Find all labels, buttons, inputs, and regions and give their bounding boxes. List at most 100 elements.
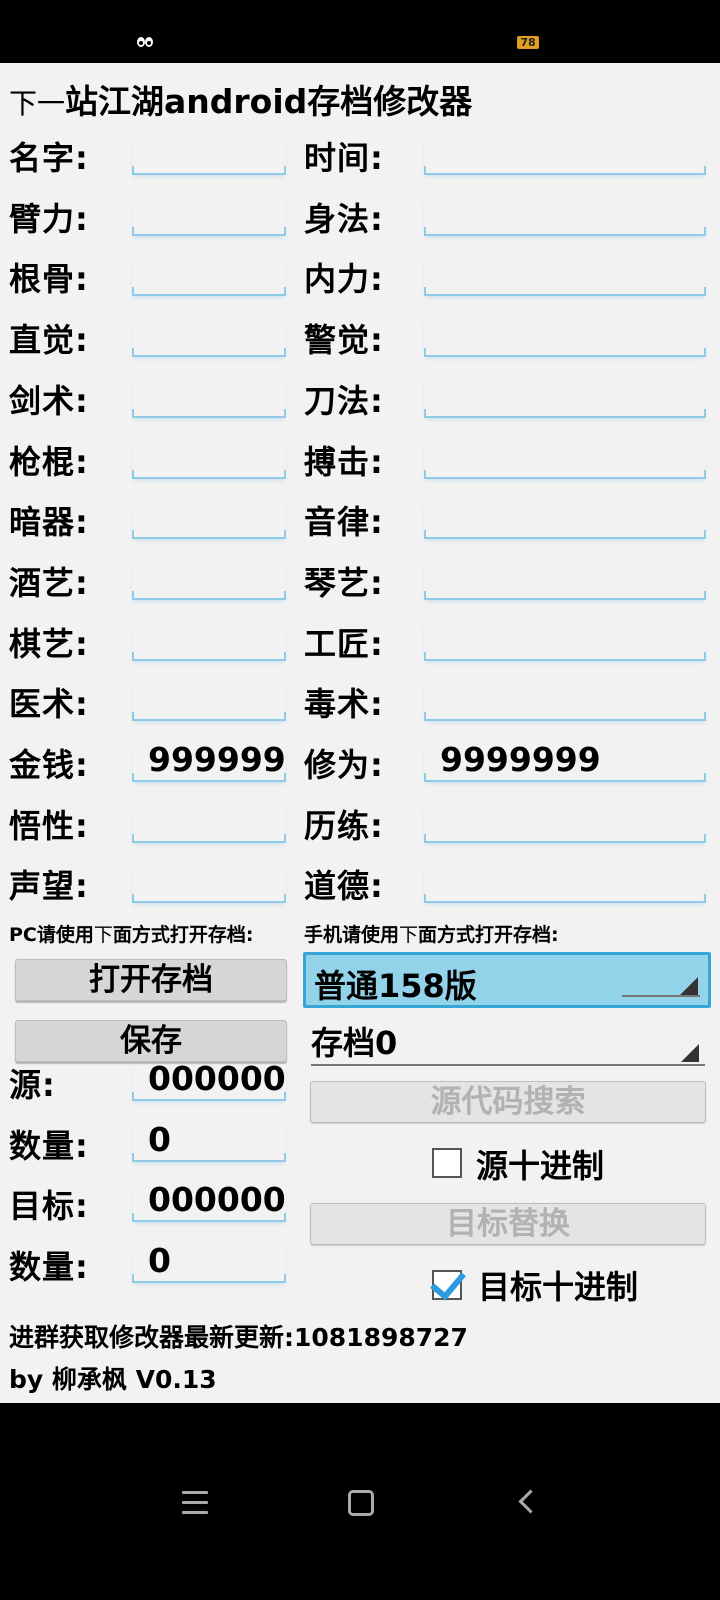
field-input[interactable] (132, 376, 286, 418)
app-notification-icon (136, 34, 156, 52)
field-label: 名字: (9, 139, 89, 177)
field-label: 搏击: (304, 443, 384, 481)
status-bar: 78 (0, 0, 720, 63)
field-label: 医术: (9, 685, 89, 723)
field-label: 琴艺: (304, 564, 384, 602)
menu-icon[interactable] (182, 1491, 208, 1521)
field-label: 警觉: (304, 321, 384, 359)
dropdown-arrow-icon (680, 977, 698, 995)
target-count-label: 数量: (9, 1248, 89, 1286)
source-input[interactable]: 000000 (132, 1059, 286, 1101)
field-input-value: 999999 (148, 740, 286, 779)
field-input[interactable] (132, 801, 286, 843)
target-replace-button[interactable]: 目标替换 (310, 1203, 706, 1245)
phone-hint: 手机请使用下面方式打开存档: (304, 920, 559, 947)
title-prefix: 下一 (9, 87, 66, 120)
field-input-value: 9999999 (440, 740, 601, 779)
field-label: 棋艺: (9, 625, 89, 663)
field-input[interactable] (424, 558, 706, 600)
field-label: 音律: (304, 503, 384, 541)
target-decimal-label[interactable]: 目标十进制 (478, 1262, 638, 1308)
field-input[interactable] (132, 194, 286, 236)
field-input[interactable] (424, 194, 706, 236)
field-input[interactable] (132, 558, 286, 600)
title-main: 站江湖android存档修改器 (65, 82, 473, 121)
page-title: 下一站江湖android存档修改器 (9, 75, 472, 123)
field-input[interactable] (132, 437, 286, 479)
source-search-button[interactable]: 源代码搜索 (310, 1081, 706, 1123)
field-input[interactable] (424, 679, 706, 721)
field-input[interactable] (132, 315, 286, 357)
field-input[interactable] (424, 437, 706, 479)
slot-spinner-underline (311, 1064, 705, 1066)
field-input[interactable] (424, 133, 706, 175)
phone-hint-suffix: 面方式打开存档: (418, 924, 559, 946)
dropdown-arrow-icon (681, 1044, 699, 1062)
source-count-label: 数量: (9, 1127, 89, 1165)
field-input[interactable] (424, 376, 706, 418)
slot-spinner[interactable]: 存档0 (311, 1016, 705, 1066)
field-label: 臂力: (9, 200, 89, 238)
pc-hint-small: 下 (93, 924, 113, 946)
home-icon[interactable] (348, 1490, 374, 1516)
field-input[interactable]: 999999 (132, 740, 286, 782)
field-label: 根骨: (9, 260, 89, 298)
checkmark-icon (430, 1263, 466, 1301)
source-decimal-checkbox[interactable] (432, 1148, 462, 1178)
field-label: 工匠: (304, 625, 384, 663)
source-decimal-label[interactable]: 源十进制 (476, 1141, 604, 1187)
field-label: 金钱: (9, 746, 89, 784)
open-save-button[interactable]: 打开存档 (15, 959, 287, 1001)
source-count-input[interactable]: 0 (132, 1120, 286, 1162)
field-label: 剑术: (9, 382, 89, 420)
field-label: 声望: (9, 867, 89, 905)
field-label: 修为: (304, 746, 384, 784)
version-spinner-underline (622, 995, 700, 997)
source-count-value: 0 (148, 1120, 171, 1159)
battery-icon: 78 (517, 36, 539, 49)
field-input[interactable] (424, 801, 706, 843)
field-label: 刀法: (304, 382, 384, 420)
version-spinner[interactable]: 普通158版 (303, 952, 711, 1008)
field-input[interactable] (132, 497, 286, 539)
save-button[interactable]: 保存 (15, 1020, 287, 1062)
pc-hint-prefix: PC请使用 (9, 924, 94, 946)
field-label: 暗器: (9, 503, 89, 541)
field-label: 身法: (304, 200, 384, 238)
target-label: 目标: (9, 1187, 89, 1225)
field-input[interactable] (132, 861, 286, 903)
field-input[interactable] (424, 254, 706, 296)
source-input-value: 000000 (148, 1059, 286, 1098)
author-text: by 柳承枫 V0.13 (9, 1365, 217, 1394)
field-label: 毒术: (304, 685, 384, 723)
field-input[interactable] (424, 619, 706, 661)
pc-hint: PC请使用下面方式打开存档: (9, 920, 254, 947)
field-input[interactable] (132, 679, 286, 721)
target-decimal-checkbox[interactable] (430, 1263, 466, 1301)
phone-hint-prefix: 手机请使用 (304, 924, 400, 946)
group-info-text: 进群获取修改器最新更新:1081898727 (9, 1323, 468, 1352)
target-input[interactable]: 000000 (132, 1180, 286, 1222)
app-content: 下一站江湖android存档修改器 名字: 时间: 臂力: 身法: 根骨: 内力: 直觉: 警… (0, 63, 720, 1403)
version-spinner-value: 普通158版 (314, 967, 477, 1005)
field-label: 悟性: (9, 807, 89, 845)
field-input[interactable] (132, 254, 286, 296)
field-input[interactable] (424, 861, 706, 903)
field-label: 直觉: (9, 321, 89, 359)
field-label: 道德: (304, 867, 384, 905)
field-label: 内力: (304, 260, 384, 298)
field-input[interactable] (424, 315, 706, 357)
slot-spinner-value: 存档0 (311, 1024, 398, 1062)
field-input[interactable] (132, 619, 286, 661)
field-input[interactable] (424, 497, 706, 539)
target-count-input[interactable]: 0 (132, 1241, 286, 1283)
field-label: 时间: (304, 139, 384, 177)
field-input[interactable] (132, 133, 286, 175)
phone-hint-small: 下 (399, 924, 419, 946)
field-label: 酒艺: (9, 564, 89, 602)
source-label: 源: (9, 1066, 56, 1104)
target-input-value: 000000 (148, 1180, 286, 1219)
target-count-value: 0 (148, 1241, 171, 1280)
field-input[interactable]: 9999999 (424, 740, 706, 782)
field-label: 历练: (304, 807, 384, 845)
